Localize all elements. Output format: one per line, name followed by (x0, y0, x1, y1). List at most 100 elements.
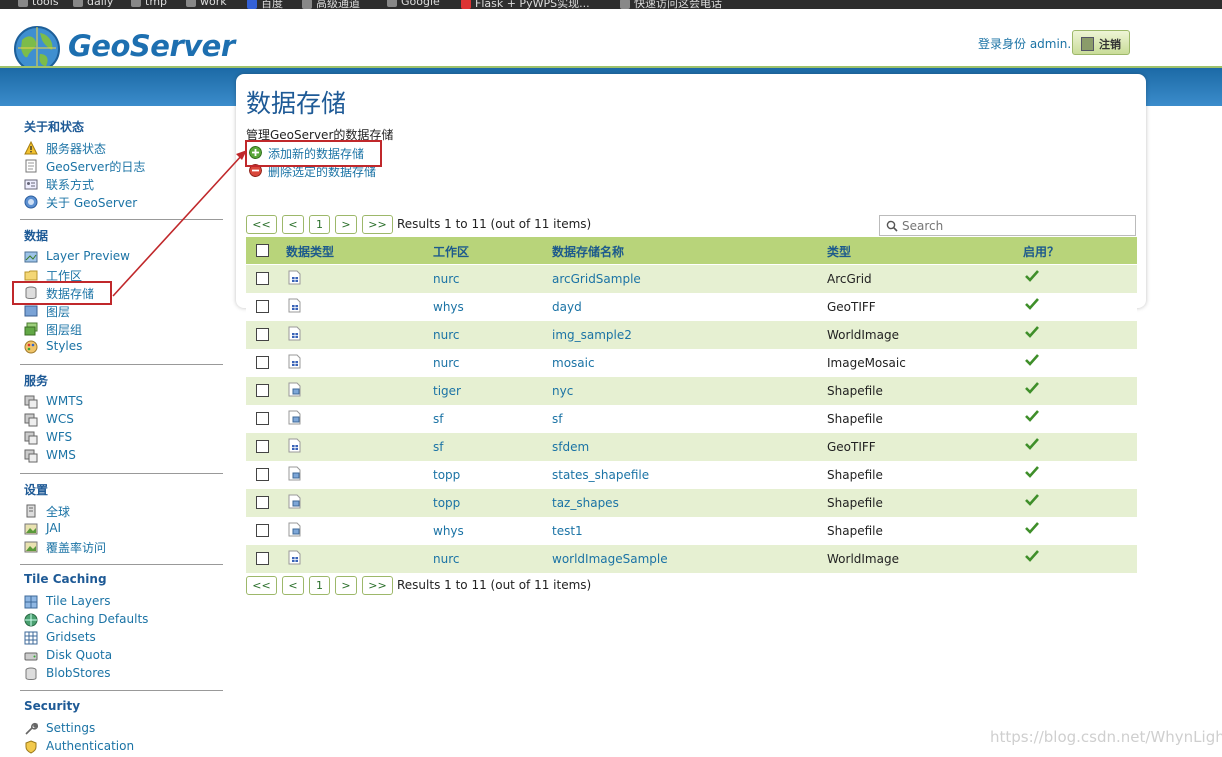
workspace-link[interactable]: sf (433, 412, 443, 426)
check-icon (1025, 326, 1039, 338)
workspace-link[interactable]: nurc (433, 552, 459, 566)
document-icon (25, 159, 37, 173)
image-settings-icon (24, 523, 38, 535)
raster-store-icon (288, 438, 301, 453)
baidu-icon (247, 0, 257, 9)
bookmark-item[interactable]: Google (387, 0, 440, 8)
results-count: Results 1 to 11 (out of 11 items) (397, 578, 592, 592)
row-checkbox[interactable] (256, 440, 269, 453)
workspace-link[interactable]: nurc (433, 272, 459, 286)
row-checkbox[interactable] (256, 300, 269, 313)
column-header-type-icon[interactable]: 数据类型 (286, 243, 334, 260)
blobstore-icon (25, 667, 37, 680)
workspace-link[interactable]: topp (433, 496, 460, 510)
store-name-link[interactable]: sf (552, 412, 562, 426)
workspace-link[interactable]: whys (433, 524, 464, 538)
workspace-link[interactable]: sf (433, 440, 443, 454)
table-row: sf sfdem GeoTIFF (246, 433, 1137, 461)
row-checkbox[interactable] (256, 524, 269, 537)
select-all-checkbox[interactable] (256, 244, 269, 257)
search-box[interactable] (879, 215, 1136, 236)
search-input[interactable] (902, 218, 1127, 233)
bookmark-item[interactable]: 百度 (247, 0, 283, 9)
row-checkbox[interactable] (256, 468, 269, 481)
bookmark-item[interactable]: tools (18, 0, 59, 8)
logout-button[interactable]: 注销 (1072, 30, 1130, 55)
store-name-link[interactable]: test1 (552, 524, 583, 538)
table-row: whys dayd GeoTIFF (246, 293, 1137, 321)
check-icon (1025, 550, 1039, 562)
next-page-button[interactable]: > (335, 215, 357, 234)
store-name-link[interactable]: img_sample2 (552, 328, 632, 342)
column-header-workspace[interactable]: 工作区 (433, 243, 469, 260)
bookmark-item[interactable]: tmp (131, 0, 167, 8)
table-row: nurc arcGridSample ArcGrid (246, 265, 1137, 293)
bookmark-item[interactable]: daily (73, 0, 113, 8)
row-checkbox[interactable] (256, 412, 269, 425)
column-header-store-name[interactable]: 数据存储名称 (552, 243, 624, 260)
store-name-link[interactable]: sfdem (552, 440, 589, 454)
store-name-link[interactable]: states_shapefile (552, 468, 649, 482)
raster-store-icon (288, 354, 301, 369)
service-icon (24, 413, 38, 427)
palette-icon (24, 340, 38, 354)
workspace-link[interactable]: nurc (433, 328, 459, 342)
check-icon (1025, 298, 1039, 310)
raster-store-icon (288, 270, 301, 285)
raster-store-icon (288, 298, 301, 313)
bookmark-item[interactable]: work (186, 0, 227, 8)
sidebar-divider (20, 219, 223, 220)
grid-icon (24, 595, 38, 609)
workspace-link[interactable]: topp (433, 468, 460, 482)
workspace-link[interactable]: tiger (433, 384, 461, 398)
vector-store-icon (288, 466, 301, 481)
raster-store-icon (288, 326, 301, 341)
server-icon (26, 504, 36, 518)
last-page-button[interactable]: >> (362, 576, 393, 595)
raster-store-icon (288, 550, 301, 565)
service-icon (24, 449, 38, 463)
login-status: 登录身份 admin. (978, 37, 1072, 51)
table-header: 数据类型 工作区 数据存储名称 类型 启用？ (246, 237, 1137, 264)
row-checkbox[interactable] (256, 384, 269, 397)
sidebar-divider (20, 690, 223, 691)
last-page-button[interactable]: >> (362, 215, 393, 234)
gridset-icon (24, 631, 38, 645)
store-name-link[interactable]: mosaic (552, 356, 595, 370)
column-header-enabled[interactable]: 启用？ (1023, 243, 1059, 260)
row-checkbox[interactable] (256, 356, 269, 369)
prev-page-button[interactable]: < (282, 215, 304, 234)
first-page-button[interactable]: << (246, 215, 277, 234)
bookmark-item[interactable]: 高级通道 (302, 0, 360, 9)
logout-icon (1081, 37, 1094, 51)
store-name-link[interactable]: worldImageSample (552, 552, 668, 566)
workspace-link[interactable]: nurc (433, 356, 459, 370)
page-number-button[interactable]: 1 (309, 215, 330, 234)
workspace-link[interactable]: whys (433, 300, 464, 314)
sidebar-section-settings: 设置 (24, 483, 49, 497)
sidebar-divider (20, 364, 223, 365)
bookmark-item[interactable]: 快速访问这会电话 (620, 0, 722, 9)
row-checkbox[interactable] (256, 272, 269, 285)
bookmark-item[interactable]: Flask + PyWPS实现... (461, 0, 590, 9)
row-checkbox[interactable] (256, 328, 269, 341)
row-checkbox[interactable] (256, 496, 269, 509)
prev-page-button[interactable]: < (282, 576, 304, 595)
wrench-icon (25, 722, 38, 735)
first-page-button[interactable]: << (246, 576, 277, 595)
store-type: WorldImage (827, 328, 899, 342)
store-name-link[interactable]: nyc (552, 384, 573, 398)
store-name-link[interactable]: arcGridSample (552, 272, 641, 286)
info-globe-icon (24, 195, 38, 209)
sidebar-section-about: 关于和状态 (24, 120, 85, 134)
next-page-button[interactable]: > (335, 576, 357, 595)
watermark: https://blog.csdn.net/WhynLight (990, 728, 1222, 746)
page-number-button[interactable]: 1 (309, 576, 330, 595)
row-checkbox[interactable] (256, 552, 269, 565)
store-name-link[interactable]: taz_shapes (552, 496, 619, 510)
store-name-link[interactable]: dayd (552, 300, 582, 314)
column-header-type[interactable]: 类型 (827, 243, 851, 260)
sidebar-section-services: 服务 (24, 374, 49, 388)
app-logo-text[interactable]: GeoServer (68, 29, 235, 63)
app-header: GeoServer 登录身份 admin. 注销 (0, 9, 1222, 72)
